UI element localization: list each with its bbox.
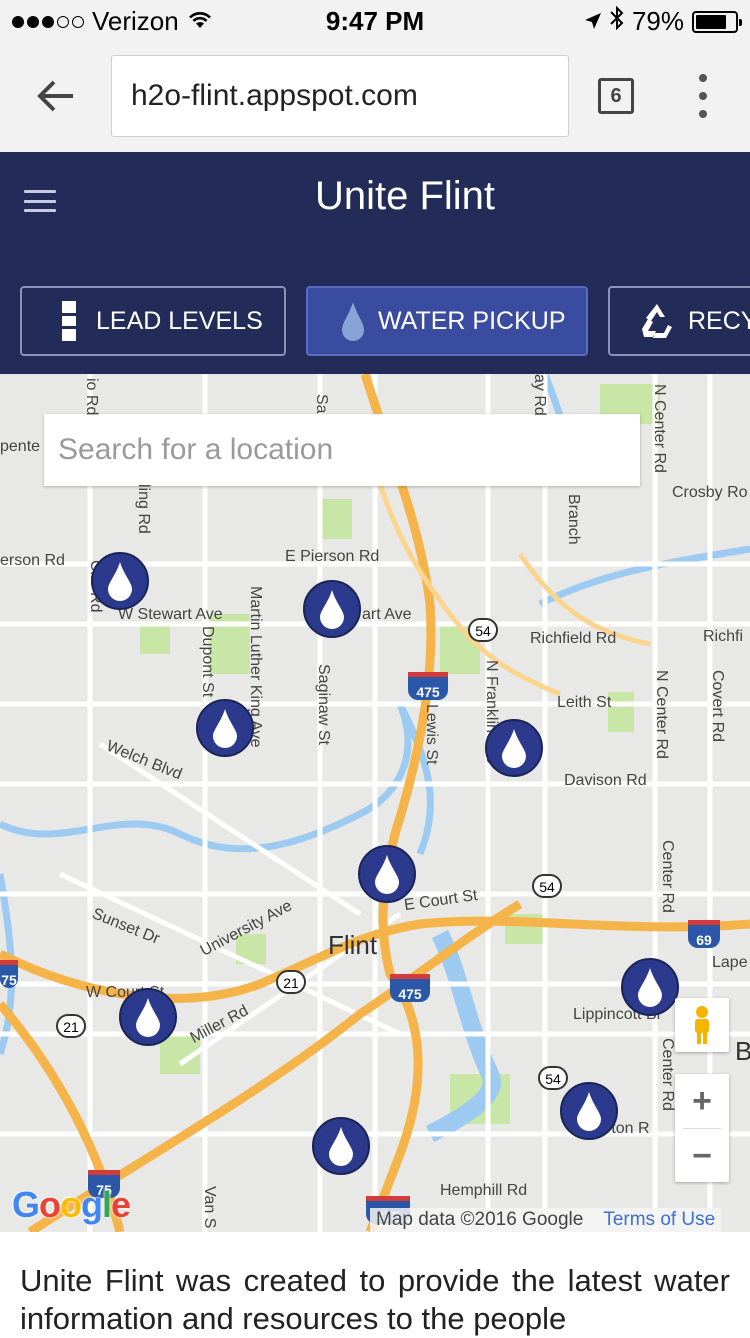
route-shield: 54 <box>538 1066 568 1090</box>
street-label: Covert Rd <box>709 670 726 743</box>
water-drop-icon <box>329 1127 353 1166</box>
water-pickup-marker[interactable] <box>358 845 416 903</box>
water-drop-icon <box>213 709 237 748</box>
tab-recycling[interactable]: RECY <box>608 286 750 356</box>
attribution-text: Map data ©2016 Google <box>376 1209 584 1230</box>
water-pickup-marker[interactable] <box>560 1082 618 1140</box>
tab-label: LEAD LEVELS <box>96 306 263 335</box>
street-label: io Rd <box>83 378 100 416</box>
water-drop-icon <box>108 562 132 601</box>
water-pickup-marker[interactable] <box>485 719 543 777</box>
street-label: ling Rd <box>135 484 152 534</box>
map-attribution: Map data ©2016 Google Terms of Use <box>370 1208 722 1232</box>
street-label: Sa <box>313 394 330 414</box>
route-shield: 21 <box>56 1014 86 1038</box>
water-pickup-marker[interactable] <box>196 699 254 757</box>
water-drop-icon <box>375 855 399 894</box>
recycle-icon <box>636 301 678 341</box>
street-label: Branch <box>565 494 582 545</box>
street-label: E Pierson Rd <box>285 548 380 565</box>
interstate-shield: 69 <box>688 920 720 948</box>
status-bar: Verizon 9:47 PM 79% <box>0 0 750 40</box>
water-pickup-marker[interactable] <box>303 580 361 638</box>
city-label: Flint <box>328 930 378 960</box>
route-shield: 21 <box>276 970 306 994</box>
street-label: Center Rd <box>659 1038 676 1111</box>
browser-menu-button[interactable] <box>688 74 718 118</box>
street-label: ay Rd <box>531 374 548 416</box>
street-label: pente <box>0 438 41 455</box>
location-search-input[interactable]: Search for a location <box>44 414 640 486</box>
street-label: B <box>735 1036 750 1066</box>
water-drop-icon <box>320 590 344 629</box>
route-shield: 54 <box>468 618 498 642</box>
interstate-shield: 475 <box>408 672 448 700</box>
tab-label: WATER PICKUP <box>378 306 566 335</box>
map-view[interactable]: Search for a location pente erson Rd E P… <box>0 374 750 1232</box>
google-logo: Google <box>12 1184 131 1225</box>
street-label: erson Rd <box>0 552 65 569</box>
street-label: Leith St <box>557 694 612 711</box>
street-label: Dupont St <box>199 626 216 698</box>
street-label: Davison Rd <box>564 772 647 789</box>
thermometer-icon <box>60 300 78 342</box>
street-label: Richfi <box>703 628 744 645</box>
terms-of-use-link[interactable]: Terms of Use <box>603 1209 715 1230</box>
water-drop-icon <box>340 301 366 341</box>
route-shield: 54 <box>532 874 562 898</box>
water-pickup-marker[interactable] <box>621 958 679 1016</box>
water-drop-icon <box>502 729 526 768</box>
tab-label: RECY <box>688 306 750 335</box>
street-label: Van S <box>201 1186 218 1229</box>
water-drop-icon <box>577 1092 601 1131</box>
street-label: N Center Rd <box>651 384 668 473</box>
water-drop-icon <box>638 968 662 1007</box>
intro-paragraph: Unite Flint was created to provide the l… <box>20 1263 730 1336</box>
water-drop-icon <box>136 998 160 1037</box>
battery-percent: 79% <box>631 6 684 36</box>
zoom-in-button[interactable]: + <box>675 1074 729 1128</box>
battery-icon <box>692 10 742 33</box>
back-button[interactable] <box>30 70 82 122</box>
bluetooth-icon <box>610 5 624 37</box>
street-label: Hemphill Rd <box>440 1182 528 1199</box>
tab-water-pickup[interactable]: WATER PICKUP <box>306 286 588 356</box>
interstate-shield: 475 <box>390 974 430 1002</box>
location-arrow-icon <box>584 6 602 37</box>
browser-toolbar: h2o-flint.appspot.com 6 <box>0 40 750 152</box>
street-label: N Center Rd <box>653 670 670 759</box>
zoom-controls: + − <box>675 1074 729 1182</box>
tab-lead-levels[interactable]: LEAD LEVELS <box>20 286 286 356</box>
water-pickup-marker[interactable] <box>312 1117 370 1175</box>
street-label: Lewis St <box>423 704 440 765</box>
interstate-shield: 75 <box>0 960 18 988</box>
street-label: Saginaw St <box>315 664 332 745</box>
zoom-out-button[interactable]: − <box>675 1129 729 1183</box>
water-pickup-marker[interactable] <box>91 552 149 610</box>
map-base-layer <box>0 374 750 1232</box>
water-pickup-marker[interactable] <box>119 988 177 1046</box>
street-view-pegman-icon[interactable] <box>675 998 729 1052</box>
status-right: 79% <box>584 5 742 37</box>
street-label: Richfield Rd <box>530 630 617 647</box>
street-label: art Ave <box>362 606 412 623</box>
street-label: Crosby Ro <box>672 484 748 501</box>
url-field[interactable]: h2o-flint.appspot.com <box>111 55 569 137</box>
street-label: Lape <box>712 954 748 971</box>
app-title: Unite Flint <box>314 174 496 218</box>
street-label: W Stewart Ave <box>118 606 223 623</box>
tab-switcher-button[interactable]: 6 <box>598 78 634 114</box>
back-arrow-icon <box>37 80 73 112</box>
street-label: Center Rd <box>659 840 676 913</box>
